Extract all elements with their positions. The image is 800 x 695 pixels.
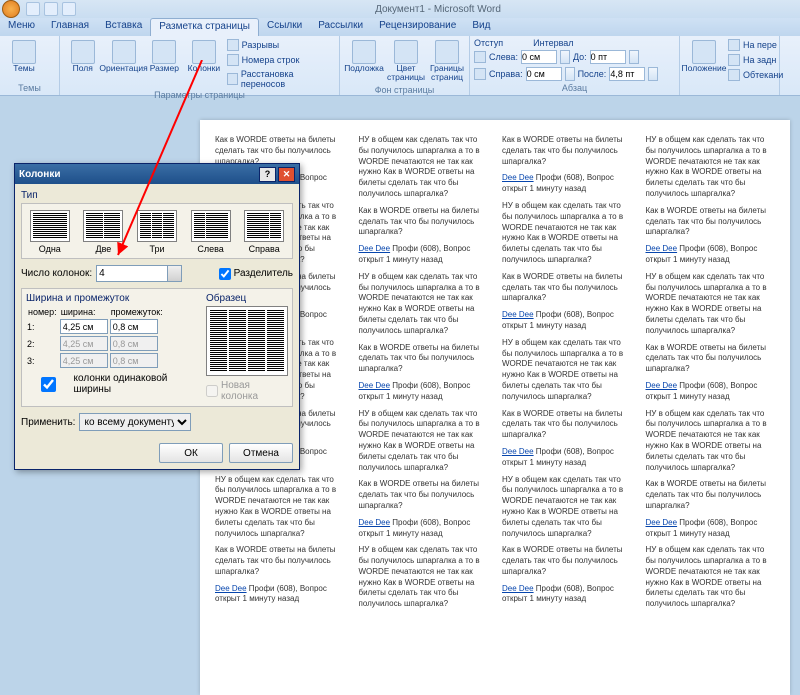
help-button[interactable]: ?	[259, 167, 276, 182]
group-themes-label: Темы	[4, 83, 55, 93]
page-borders-icon	[435, 40, 459, 64]
ok-button[interactable]: ОК	[159, 443, 223, 463]
ribbon-tabs: Меню Главная Вставка Разметка страницы С…	[0, 18, 800, 36]
front-icon	[728, 39, 740, 51]
tab-home[interactable]: Главная	[43, 18, 97, 36]
page-color-icon	[394, 40, 418, 64]
width-2-input	[60, 336, 108, 351]
columns-button[interactable]: Колонки	[185, 38, 223, 75]
hyphenation-icon	[227, 73, 238, 85]
size-button[interactable]: Размер	[146, 38, 184, 75]
group-page-bg-label: Фон страницы	[344, 85, 465, 95]
new-column-checkbox	[206, 385, 218, 397]
tab-view[interactable]: Вид	[464, 18, 498, 36]
columns-dialog: Колонки ? ✕ Тип Одна Две Три Слева Справ…	[14, 163, 300, 470]
column-count-input[interactable]	[96, 265, 168, 282]
indent-left-icon	[474, 51, 486, 63]
sample-preview	[206, 306, 288, 376]
quick-access-toolbar	[26, 2, 76, 16]
spinner[interactable]	[648, 67, 658, 81]
preset-left[interactable]: Слева	[187, 210, 235, 254]
gap-1-input[interactable]	[110, 319, 158, 334]
indent-right-input[interactable]	[526, 67, 562, 81]
watermark-button[interactable]: Подложка	[344, 38, 384, 75]
columns-icon	[192, 40, 216, 64]
preset-right[interactable]: Справа	[240, 210, 288, 254]
count-label: Число колонок:	[21, 268, 92, 279]
spinner[interactable]	[560, 50, 570, 64]
preset-one[interactable]: Одна	[26, 210, 74, 254]
watermark-icon	[352, 40, 376, 64]
breaks-button[interactable]: Разрывы	[225, 38, 335, 52]
divider-checkbox[interactable]	[219, 268, 231, 280]
margins-icon	[71, 40, 95, 64]
text-wrap-button[interactable]: Обтекани	[726, 68, 785, 82]
tab-page-layout[interactable]: Разметка страницы	[150, 18, 259, 36]
width-3-input	[60, 353, 108, 368]
bring-front-button[interactable]: На пере	[726, 38, 785, 52]
indent-right-icon	[474, 68, 486, 80]
equal-width-checkbox[interactable]	[26, 377, 71, 392]
qat-redo-icon[interactable]	[62, 2, 76, 16]
spacing-after-input[interactable]	[609, 67, 645, 81]
hyphenation-button[interactable]: Расстановка переносов	[225, 68, 335, 90]
size-icon	[152, 40, 176, 64]
tab-review[interactable]: Рецензирование	[371, 18, 464, 36]
tab-mailings[interactable]: Рассылки	[310, 18, 371, 36]
spinner[interactable]	[565, 67, 575, 81]
tab-insert[interactable]: Вставка	[97, 18, 150, 36]
back-icon	[728, 54, 740, 66]
preset-three[interactable]: Три	[133, 210, 181, 254]
themes-icon	[12, 40, 36, 64]
width-1-input[interactable]	[60, 319, 108, 334]
indent-left-input[interactable]	[521, 50, 557, 64]
spacing-before-input[interactable]	[590, 50, 626, 64]
page-color-button[interactable]: Цвет страницы	[386, 38, 426, 85]
page-borders-button[interactable]: Границы страниц	[428, 38, 466, 85]
breaks-icon	[227, 39, 239, 51]
tab-references[interactable]: Ссылки	[259, 18, 310, 36]
qat-save-icon[interactable]	[26, 2, 40, 16]
gap-2-input	[110, 336, 158, 351]
send-back-button[interactable]: На задн	[726, 53, 785, 67]
group-paragraph-label: Абзац	[474, 83, 675, 93]
cancel-button[interactable]: Отмена	[229, 443, 293, 463]
apply-to-select[interactable]: ко всему документу	[79, 413, 191, 431]
gap-3-input	[110, 353, 158, 368]
themes-button[interactable]: Темы	[4, 38, 44, 75]
spinner[interactable]	[629, 50, 639, 64]
qat-undo-icon[interactable]	[44, 2, 58, 16]
line-numbers-button[interactable]: Номера строк	[225, 53, 335, 67]
ribbon: Темы Темы Поля Ориентация Размер Колонки…	[0, 36, 800, 96]
orientation-button[interactable]: Ориентация	[104, 38, 144, 75]
wrap-icon	[728, 69, 740, 81]
position-icon	[692, 40, 716, 64]
position-button[interactable]: Положение	[684, 38, 724, 75]
orientation-icon	[112, 40, 136, 64]
window-title: Документ1 - Microsoft Word	[76, 4, 800, 15]
office-button[interactable]	[2, 0, 20, 18]
tab-menu[interactable]: Меню	[0, 18, 43, 36]
margins-button[interactable]: Поля	[64, 38, 102, 75]
type-label: Тип	[21, 190, 293, 201]
line-numbers-icon	[227, 54, 239, 66]
dialog-title: Колонки	[19, 169, 257, 180]
preset-two[interactable]: Две	[80, 210, 128, 254]
group-page-setup-label: Параметры страницы	[64, 90, 335, 100]
close-button[interactable]: ✕	[278, 167, 295, 182]
spinner[interactable]	[168, 265, 182, 282]
